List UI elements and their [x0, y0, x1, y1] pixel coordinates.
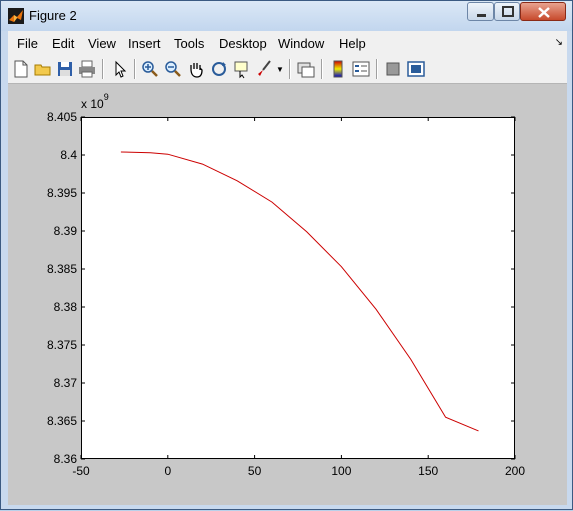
- plot-area: -50 0 50 100 150 200 8.405 8.4 8.395 8.39 8.385 8.3…: [47, 110, 525, 478]
- data-series-line: [120, 151, 479, 432]
- y-tick-label: 8.365: [47, 414, 77, 428]
- y-tick-label: 8.37: [54, 376, 78, 390]
- y-tick-label: 8.405: [47, 110, 77, 124]
- x-tick-label: 100: [331, 464, 351, 478]
- figure-window: Figure 2 File Edit View Insert Tools Des…: [0, 0, 573, 510]
- y-tick-label: 8.36: [54, 452, 78, 466]
- x-tick-label: 50: [248, 464, 262, 478]
- y-tick-label: 8.375: [47, 338, 77, 352]
- y-tick-label: 8.395: [47, 186, 77, 200]
- y-tick-label: 8.38: [54, 300, 78, 314]
- x-tick-label: 150: [418, 464, 438, 478]
- y-tick-label: 8.39: [54, 224, 78, 238]
- y-tick-label: 8.385: [47, 262, 77, 276]
- y-tick-label: 8.4: [60, 148, 77, 162]
- x-tick-label: 200: [505, 464, 525, 478]
- x-tick-label: 0: [164, 464, 171, 478]
- x-tick-label: -50: [72, 464, 90, 478]
